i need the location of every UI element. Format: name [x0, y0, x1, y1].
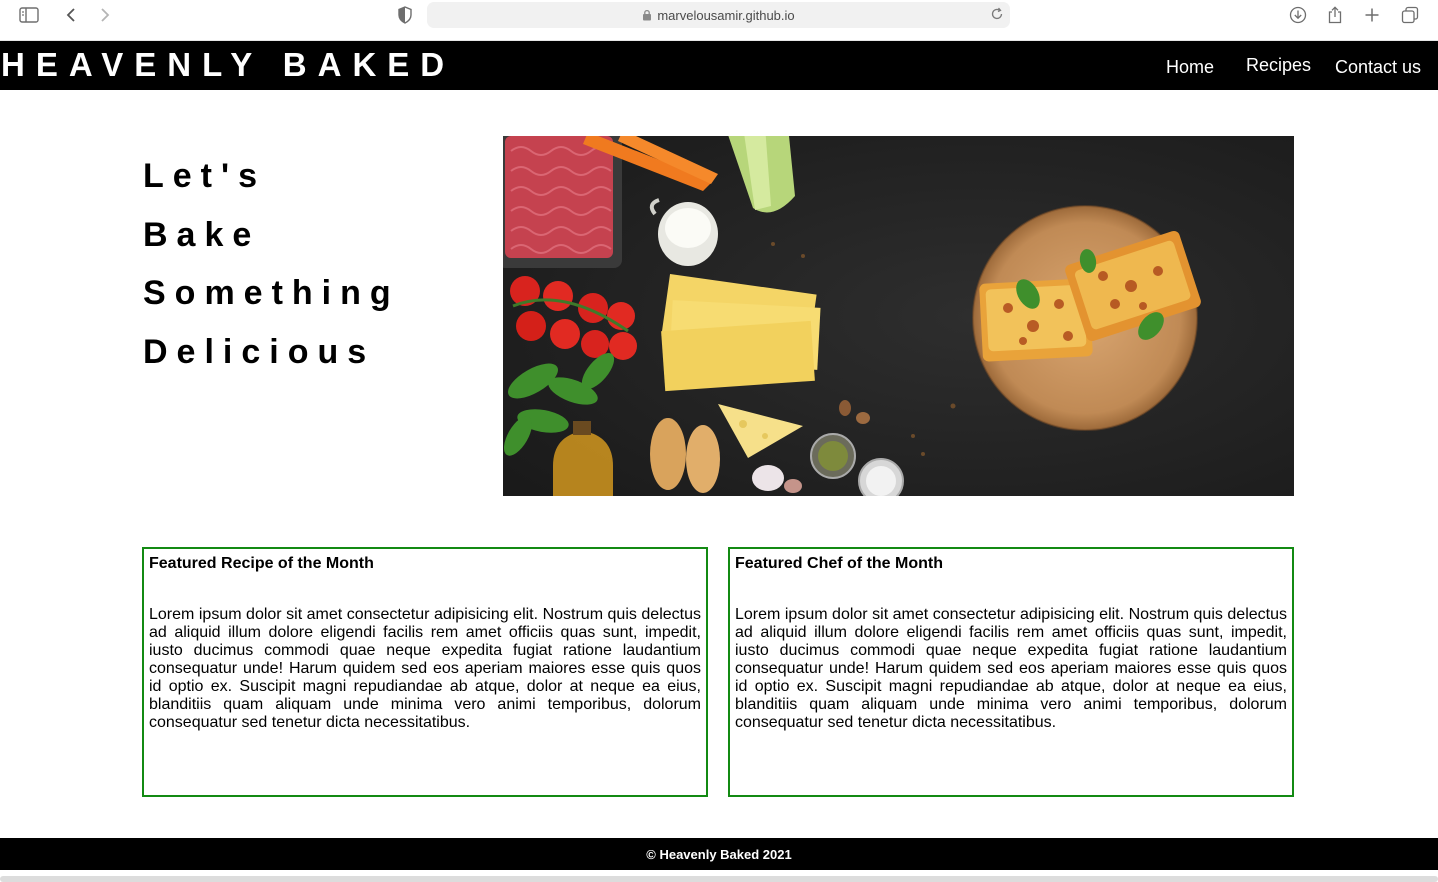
featured-chef-text: Lorem ipsum dolor sit amet consectetur a…	[735, 606, 1287, 731]
back-icon[interactable]	[58, 4, 84, 26]
featured-recipe-card: Featured Recipe of the Month Lorem ipsum…	[142, 547, 708, 797]
featured-chef-title: Featured Chef of the Month	[735, 555, 943, 572]
reload-icon[interactable]	[990, 7, 1004, 21]
sidebar-icon[interactable]	[16, 4, 42, 26]
url-text: marvelousamir.github.io	[657, 7, 795, 23]
download-icon[interactable]	[1285, 4, 1311, 26]
site-logo[interactable]: HEAVENLY BAKED	[1, 47, 455, 83]
lock-icon	[642, 9, 652, 21]
hero-heading-line-4: Delicious	[143, 333, 376, 371]
nav-link-home[interactable]: Home	[1166, 56, 1214, 78]
site-navbar: HEAVENLY BAKED Home Recipes Contact us	[0, 41, 1438, 90]
featured-recipe-text: Lorem ipsum dolor sit amet consectetur a…	[149, 606, 701, 731]
shield-icon[interactable]	[392, 4, 418, 26]
new-tab-icon[interactable]	[1359, 4, 1385, 26]
hero-heading-line-3: Something	[143, 274, 400, 312]
hero-food-image	[503, 136, 1294, 496]
forward-icon[interactable]	[92, 4, 118, 26]
horizontal-scrollbar[interactable]	[0, 876, 1438, 882]
browser-toolbar: marvelousamir.github.io	[0, 0, 1438, 41]
featured-recipe-title: Featured Recipe of the Month	[149, 555, 374, 572]
hero-heading-line-1: Let's	[143, 157, 266, 195]
share-icon[interactable]	[1322, 4, 1348, 26]
footer-copyright: © Heavenly Baked 2021	[646, 846, 792, 862]
site-footer: © Heavenly Baked 2021	[0, 838, 1438, 870]
address-bar[interactable]: marvelousamir.github.io	[427, 2, 1010, 28]
hero-heading-line-2: Bake	[143, 216, 261, 254]
nav-link-recipes[interactable]: Recipes	[1246, 54, 1311, 76]
featured-chef-card: Featured Chef of the Month Lorem ipsum d…	[728, 547, 1294, 797]
tabs-overview-icon[interactable]	[1397, 4, 1423, 26]
nav-link-contact[interactable]: Contact us	[1335, 56, 1421, 78]
